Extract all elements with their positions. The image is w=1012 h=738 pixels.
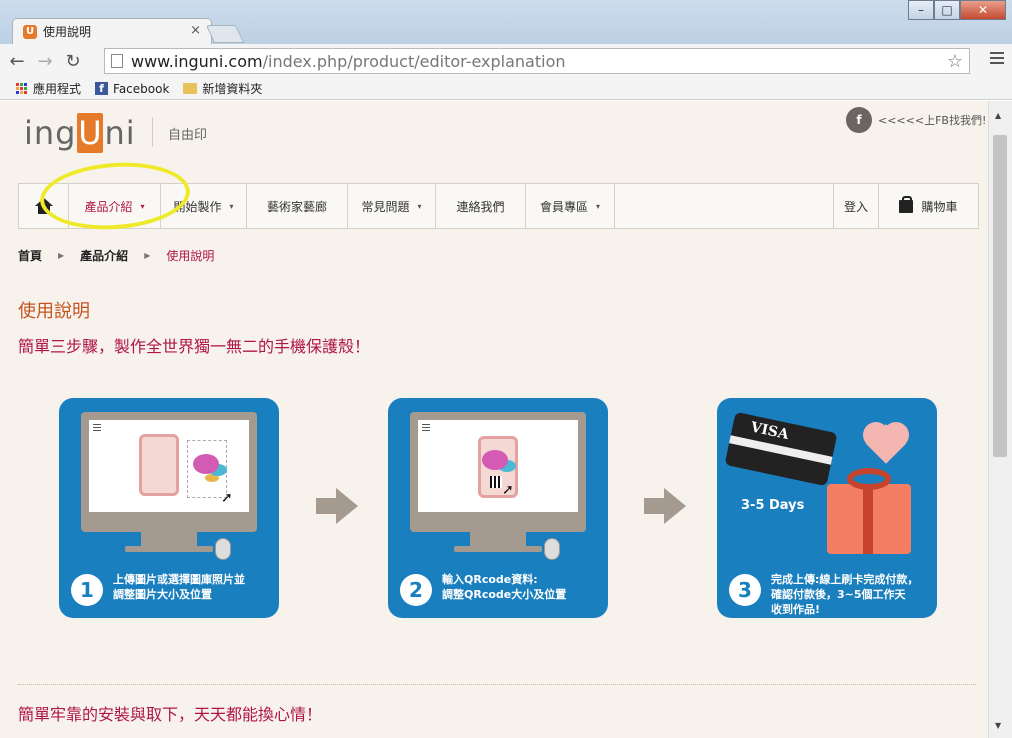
browser-toolbar: ← → ↻ www.inguni.com/index.php/product/e… bbox=[0, 44, 1012, 78]
folder-icon bbox=[183, 83, 198, 94]
chrome-menu-icon[interactable] bbox=[990, 52, 1004, 67]
facebook-link[interactable]: f <<<<<上FB找我們! bbox=[846, 107, 986, 133]
apps-grid-icon bbox=[16, 82, 28, 95]
reload-icon[interactable]: ↻ bbox=[62, 51, 84, 72]
page-content: ing Uni 自由印 f <<<<<上FB找我們! 產品介紹 ▾ 開始製作 ▾ 藝術… bbox=[0, 101, 988, 738]
section-heading: 簡單牢靠的安裝與取下，天天都能換心情！ bbox=[18, 705, 323, 724]
logo-text-post: ni bbox=[104, 114, 136, 152]
nav-contact[interactable]: 連絡我們 bbox=[436, 184, 526, 228]
nav-label: 藝術家藝廊 bbox=[266, 199, 327, 214]
minimize-button[interactable]: – bbox=[908, 0, 934, 20]
caret-down-icon: ▾ bbox=[596, 201, 601, 211]
logo-divider bbox=[152, 117, 153, 147]
breadcrumb-separator-icon: ▶ bbox=[144, 251, 151, 260]
caret-down-icon: ▾ bbox=[417, 201, 422, 211]
nav-label: 會員專區 bbox=[539, 199, 588, 214]
nav-spacer bbox=[615, 184, 834, 228]
bookmark-star-icon[interactable]: ☆ bbox=[947, 51, 963, 72]
step-card-3: VISA 3-5 Days 3 完成上傳:線上刷卡完成付款， 確認付款後，3~5… bbox=[717, 398, 937, 618]
bookmark-apps[interactable]: 應用程式 bbox=[16, 80, 81, 97]
bookmark-facebook[interactable]: f Facebook bbox=[95, 82, 169, 96]
tab-title: 使用說明 bbox=[43, 25, 92, 39]
step-card-2: ➚ 2 輸入QRcode資料: 調整QRcode大小及位置 bbox=[388, 398, 608, 618]
breadcrumb-separator-icon: ▶ bbox=[58, 251, 65, 260]
facebook-link-label: <<<<<上FB找我們! bbox=[878, 114, 987, 127]
nav-member[interactable]: 會員專區 ▾ bbox=[526, 184, 615, 228]
delivery-days-label: 3-5 Days bbox=[741, 498, 805, 513]
gift-box-illustration bbox=[827, 468, 911, 554]
browser-window: U 使用說明 × – □ ✕ ← → ↻ www.inguni.com/inde… bbox=[0, 0, 1012, 738]
breadcrumb: 首頁 ▶ 產品介紹 ▶ 使用說明 bbox=[18, 247, 214, 264]
section-divider bbox=[18, 684, 976, 685]
breadcrumb-current: 使用說明 bbox=[166, 249, 215, 263]
cart-label: 購物車 bbox=[921, 199, 958, 214]
title-bar: U 使用說明 × – □ ✕ bbox=[0, 0, 1012, 44]
site-logo[interactable]: ing Uni bbox=[24, 113, 136, 153]
page-subtitle: 簡單三步驟，製作全世界獨一無二的手機保護殼！ bbox=[18, 337, 371, 356]
arrow-right-icon bbox=[644, 488, 686, 524]
browser-tab[interactable]: U 使用說明 × bbox=[12, 18, 212, 44]
bookmark-label: Facebook bbox=[113, 81, 170, 96]
bookmarks-bar: 應用程式 f Facebook 新增資料夾 bbox=[0, 78, 1012, 100]
step-text: 完成上傳:線上刷卡完成付款， 確認付款後，3~5個工作天 收到作品! bbox=[771, 573, 919, 616]
breadcrumb-home[interactable]: 首頁 bbox=[18, 247, 42, 264]
heart-illustration bbox=[863, 422, 909, 464]
nav-login[interactable]: 登入 bbox=[834, 184, 879, 228]
credit-card-illustration: VISA bbox=[724, 411, 838, 487]
favicon-icon: U bbox=[23, 24, 37, 39]
step-text: 輸入QRcode資料: 調整QRcode大小及位置 bbox=[442, 573, 567, 601]
forward-arrow-icon[interactable]: → bbox=[34, 51, 56, 72]
maximize-button[interactable]: □ bbox=[934, 0, 960, 20]
close-window-button[interactable]: ✕ bbox=[960, 0, 1006, 20]
page-icon bbox=[111, 54, 123, 68]
bookmark-folder[interactable]: 新增資料夾 bbox=[183, 80, 262, 97]
nav-faq[interactable]: 常見問題 ▾ bbox=[348, 184, 436, 228]
address-bar[interactable]: www.inguni.com/index.php/product/editor-… bbox=[104, 48, 970, 74]
nav-label: 連絡我們 bbox=[456, 199, 505, 214]
step-card-1: ➚ 1 上傳圖片或選擇圖庫照片並 調整圖片大小及位置 bbox=[59, 398, 279, 618]
url-domain: www.inguni.com bbox=[131, 51, 263, 71]
url-path: /index.php/product/editor-explanation bbox=[262, 51, 566, 71]
back-arrow-icon[interactable]: ← bbox=[6, 51, 28, 72]
breadcrumb-products[interactable]: 產品介紹 bbox=[80, 247, 128, 264]
bookmark-label: 新增資料夾 bbox=[202, 82, 263, 96]
facebook-circle-icon: f bbox=[846, 107, 872, 133]
step-text: 上傳圖片或選擇圖庫照片並 調整圖片大小及位置 bbox=[113, 573, 245, 601]
step-number: 1 bbox=[71, 574, 103, 606]
scroll-up-icon[interactable]: ▲ bbox=[995, 111, 1001, 120]
caret-down-icon: ▾ bbox=[229, 201, 234, 211]
scroll-down-icon[interactable]: ▼ bbox=[995, 721, 1001, 730]
login-label: 登入 bbox=[843, 199, 868, 214]
arrow-right-icon bbox=[316, 488, 358, 524]
close-tab-icon[interactable]: × bbox=[190, 23, 201, 38]
vertical-scrollbar[interactable]: ▲ ▼ bbox=[988, 101, 1012, 738]
nav-cart[interactable]: 購物車 bbox=[879, 184, 978, 228]
nav-label: 常見問題 bbox=[361, 199, 410, 214]
scrollbar-thumb[interactable] bbox=[993, 135, 1007, 457]
shopping-bag-icon bbox=[899, 195, 914, 213]
bookmark-label: 應用程式 bbox=[33, 82, 82, 96]
step-number: 2 bbox=[400, 574, 432, 606]
monitor-illustration: ➚ bbox=[410, 412, 586, 532]
nav-artist-gallery[interactable]: 藝術家藝廊 bbox=[247, 184, 348, 228]
page-title: 使用說明 bbox=[18, 301, 90, 322]
step-number: 3 bbox=[729, 574, 761, 606]
window-controls: – □ ✕ bbox=[908, 0, 1006, 20]
logo-text-pre: ing bbox=[24, 114, 77, 152]
logo-u: U bbox=[77, 113, 104, 153]
facebook-icon: f bbox=[95, 82, 109, 95]
monitor-illustration: ➚ bbox=[81, 412, 257, 532]
site-subtitle: 自由印 bbox=[168, 128, 208, 143]
